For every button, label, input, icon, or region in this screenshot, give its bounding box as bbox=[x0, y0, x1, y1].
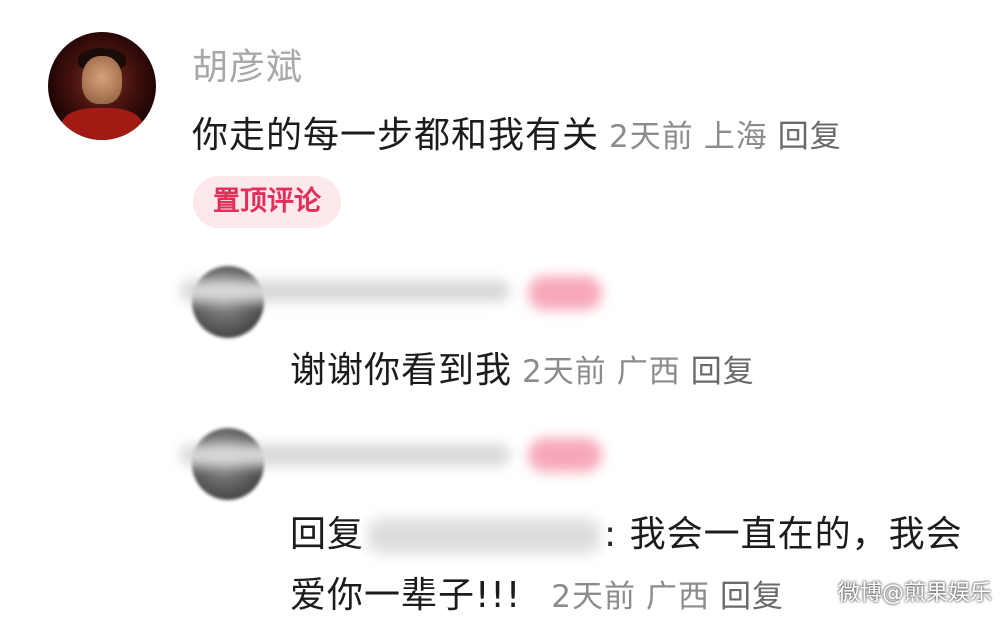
reply-comment-line2: 爱你一辈子!!! 2天前 广西 回复 bbox=[290, 566, 784, 618]
reply-time: 2天前 bbox=[551, 579, 637, 615]
reply-username-redacted bbox=[180, 280, 510, 302]
reply-text-line1: : 我会一直在的，我会 bbox=[604, 514, 963, 555]
comment-time: 2天前 bbox=[609, 119, 694, 155]
reply-badge-redacted bbox=[528, 276, 602, 310]
comment-location: 上海 bbox=[703, 119, 768, 155]
reply-badge-redacted bbox=[528, 438, 602, 472]
reply-time: 2天前 bbox=[522, 354, 607, 390]
comment-text: 你走的每一步都和我有关 bbox=[192, 115, 600, 156]
reply-button[interactable]: 回复 bbox=[778, 119, 842, 155]
avatar-face bbox=[82, 56, 122, 104]
avatar-shirt bbox=[62, 108, 142, 140]
watermark: 微博@煎果娱乐 bbox=[837, 581, 992, 606]
main-comment: 你走的每一步都和我有关 2天前 上海 回复 bbox=[192, 106, 842, 158]
reply-location: 广西 bbox=[646, 579, 711, 615]
reply-button[interactable]: 回复 bbox=[691, 354, 755, 390]
reply-prefix: 回复 bbox=[290, 514, 365, 555]
reply-location: 广西 bbox=[616, 354, 681, 390]
author-name[interactable]: 胡彦斌 bbox=[192, 38, 303, 90]
author-avatar[interactable] bbox=[48, 32, 156, 140]
reply-comment-line1: 回复 : 我会一直在的，我会 bbox=[290, 505, 963, 557]
reply-comment: 谢谢你看到我 2天前 广西 回复 bbox=[290, 341, 755, 393]
reply-text-line2: 爱你一辈子!!! bbox=[290, 575, 522, 616]
reply-button[interactable]: 回复 bbox=[720, 579, 784, 615]
reply-username-redacted bbox=[180, 444, 510, 466]
pinned-comment-badge: 置顶评论 bbox=[193, 176, 341, 228]
mentioned-user-redacted bbox=[368, 519, 601, 553]
reply-text: 谢谢你看到我 bbox=[290, 350, 513, 391]
reply-avatar[interactable] bbox=[192, 266, 264, 338]
